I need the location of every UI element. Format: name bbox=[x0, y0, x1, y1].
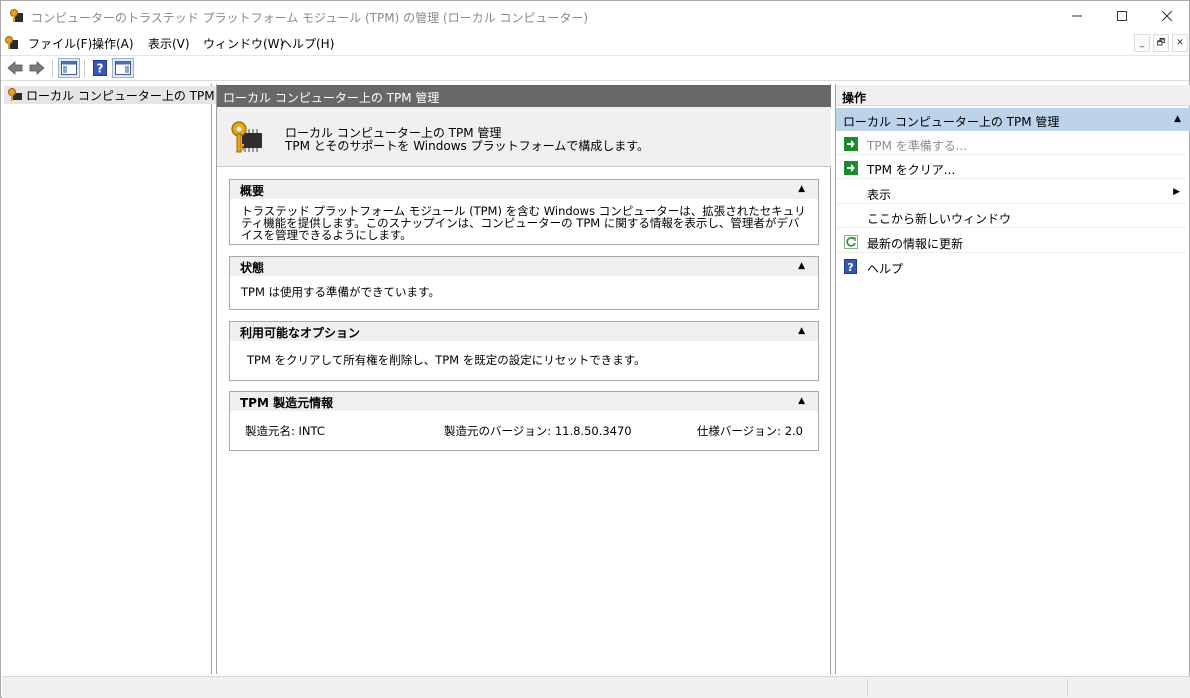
spec-version-value: 2.0 bbox=[784, 424, 803, 438]
results-pane-header: ローカル コンピューター上の TPM 管理 bbox=[217, 85, 831, 107]
section-options-header[interactable]: 利用可能なオプション ▲ bbox=[230, 322, 818, 341]
snapin-description-band: ローカル コンピューター上の TPM 管理 TPM とそのサポートを Windo… bbox=[217, 107, 831, 167]
help-icon: ? bbox=[843, 259, 858, 274]
collapse-arrow-icon[interactable]: ▲ bbox=[798, 396, 805, 406]
action-pane-icon bbox=[115, 61, 131, 75]
action-label: ヘルプ bbox=[867, 262, 904, 276]
toolbar: ? bbox=[1, 55, 1189, 81]
run-action-icon bbox=[843, 160, 858, 175]
console-tree: ローカル コンピューター上の TPM 管理 bbox=[2, 84, 247, 674]
section-title: TPM 製造元情報 bbox=[240, 396, 334, 410]
forward-icon bbox=[29, 61, 45, 75]
minimize-button[interactable] bbox=[1054, 1, 1100, 31]
run-action-icon bbox=[843, 136, 858, 151]
action-prepare-tpm[interactable]: TPM を準備する... bbox=[836, 133, 1186, 155]
status-bar bbox=[2, 676, 1190, 698]
action-help[interactable]: ? ヘルプ bbox=[836, 256, 1186, 278]
show-hide-console-tree-button[interactable] bbox=[58, 58, 80, 78]
tpm-app-icon bbox=[9, 8, 25, 24]
title-bar[interactable]: コンピューターのトラステッド プラットフォーム モジュール (TPM) の管理 … bbox=[1, 1, 1189, 31]
results-pane: ローカル コンピューター上の TPM 管理 ローカル コンピューター上の TPM… bbox=[216, 84, 831, 674]
refresh-icon bbox=[843, 234, 858, 249]
section-status: 状態 ▲ TPM は使用する準備ができています。 bbox=[229, 256, 819, 310]
section-overview-header[interactable]: 概要 ▲ bbox=[230, 180, 818, 199]
section-manufacturer-header[interactable]: TPM 製造元情報 ▲ bbox=[230, 392, 818, 411]
menu-bar: ファイル(F) 操作(A) 表示(V) ウィンドウ(W) ヘルプ(H) _ 🗗 … bbox=[1, 32, 1189, 54]
manufacturer-version: 製造元のバージョン: 11.8.50.3470 bbox=[444, 425, 632, 437]
svg-text:?: ? bbox=[847, 261, 853, 274]
mmc-window: コンピューターのトラステッド プラットフォーム モジュール (TPM) の管理 … bbox=[0, 0, 1190, 698]
actions-group-label: ローカル コンピューター上の TPM 管理 bbox=[843, 115, 1060, 129]
action-new-window-from-here[interactable]: ここから新しいウィンドウ bbox=[836, 206, 1186, 228]
section-manufacturer-body: 製造元名: INTC 製造元のバージョン: 11.8.50.3470 仕様バージ… bbox=[230, 411, 818, 450]
back-button[interactable] bbox=[4, 58, 26, 78]
tpm-chip-key-icon bbox=[230, 120, 266, 156]
manufacturer-name: 製造元名: INTC bbox=[245, 425, 325, 437]
toolbar-separator bbox=[52, 60, 53, 77]
help-toolbar-button[interactable]: ? bbox=[89, 58, 111, 78]
actions-group-header[interactable]: ローカル コンピューター上の TPM 管理 ▲ bbox=[836, 108, 1190, 131]
action-refresh[interactable]: 最新の情報に更新 bbox=[836, 231, 1186, 253]
description-text: TPM とそのサポートを Windows プラットフォームで構成します。 bbox=[285, 139, 650, 153]
action-label: TPM をクリア... bbox=[867, 163, 956, 177]
menu-file[interactable]: ファイル(F) bbox=[28, 35, 92, 52]
section-manufacturer-info: TPM 製造元情報 ▲ 製造元名: INTC 製造元のバージョン: 11.8.5… bbox=[229, 391, 819, 451]
back-icon bbox=[7, 61, 23, 75]
tpm-node-icon bbox=[7, 87, 23, 103]
action-view[interactable]: 表示 ▶ bbox=[836, 182, 1186, 204]
collapse-arrow-icon[interactable]: ▲ bbox=[798, 261, 805, 271]
section-status-header[interactable]: 状態 ▲ bbox=[230, 257, 818, 276]
tree-item-label: ローカル コンピューター上の TPM 管理 bbox=[26, 88, 243, 103]
action-clear-tpm[interactable]: TPM をクリア... bbox=[836, 157, 1186, 179]
action-label: TPM を準備する... bbox=[867, 139, 968, 153]
show-hide-action-pane-button[interactable] bbox=[112, 58, 134, 78]
menu-help[interactable]: ヘルプ(H) bbox=[280, 35, 334, 52]
section-status-body: TPM は使用する準備ができています。 bbox=[241, 285, 440, 299]
section-options-body: TPM をクリアして所有権を削除し、TPM を既定の設定にリセットできます。 bbox=[247, 353, 646, 367]
mdi-close-button[interactable]: ✕ bbox=[1172, 34, 1188, 52]
section-overview: 概要 ▲ トラステッド プラットフォーム モジュール (TPM) を含む Win… bbox=[229, 179, 819, 245]
mdi-minimize-button[interactable]: _ bbox=[1134, 34, 1150, 52]
menu-view[interactable]: 表示(V) bbox=[148, 35, 190, 52]
submenu-arrow-icon: ▶ bbox=[1173, 187, 1180, 197]
svg-text:?: ? bbox=[97, 62, 104, 76]
maximize-button[interactable] bbox=[1099, 1, 1145, 31]
status-bar-divider bbox=[867, 679, 868, 697]
actions-pane-header: 操作 bbox=[836, 85, 1190, 106]
mdi-restore-button[interactable]: 🗗 bbox=[1153, 34, 1169, 52]
spec-version: 仕様バージョン: 2.0 bbox=[697, 425, 803, 437]
collapse-arrow-icon[interactable]: ▲ bbox=[1174, 114, 1181, 124]
close-button[interactable] bbox=[1144, 1, 1190, 31]
manufacturer-version-label: 製造元のバージョン: bbox=[444, 424, 552, 438]
forward-button[interactable] bbox=[26, 58, 48, 78]
menu-window[interactable]: ウィンドウ(W) bbox=[203, 35, 284, 52]
section-available-options: 利用可能なオプション ▲ TPM をクリアして所有権を削除し、TPM を既定の設… bbox=[229, 321, 819, 381]
action-label: ここから新しいウィンドウ bbox=[867, 212, 1012, 226]
help-icon: ? bbox=[93, 60, 107, 76]
section-title: 概要 bbox=[240, 184, 265, 198]
actions-pane: 操作 ローカル コンピューター上の TPM 管理 ▲ TPM を準備する... … bbox=[835, 84, 1190, 674]
tpm-system-menu-icon[interactable] bbox=[4, 35, 20, 51]
console-tree-icon bbox=[61, 61, 77, 75]
spec-version-label: 仕様バージョン: bbox=[696, 424, 782, 438]
section-overview-body: トラステッド プラットフォーム モジュール (TPM) を含む Windows … bbox=[241, 204, 806, 242]
manufacturer-name-value: INTC bbox=[298, 424, 325, 438]
section-title: 利用可能なオプション bbox=[240, 326, 361, 340]
tree-item-tpm-management[interactable]: ローカル コンピューター上の TPM 管理 bbox=[4, 86, 247, 104]
section-title: 状態 bbox=[240, 261, 265, 275]
window-title: コンピューターのトラステッド プラットフォーム モジュール (TPM) の管理 … bbox=[31, 11, 589, 25]
toolbar-separator bbox=[84, 60, 85, 77]
manufacturer-version-value: 11.8.50.3470 bbox=[554, 424, 632, 438]
collapse-arrow-icon[interactable]: ▲ bbox=[798, 326, 805, 336]
status-bar-divider bbox=[1067, 679, 1068, 697]
action-label: 表示 bbox=[867, 188, 892, 202]
collapse-arrow-icon[interactable]: ▲ bbox=[798, 184, 805, 194]
menu-action[interactable]: 操作(A) bbox=[92, 35, 134, 52]
action-label: 最新の情報に更新 bbox=[867, 237, 964, 251]
manufacturer-name-label: 製造元名: bbox=[245, 424, 295, 438]
